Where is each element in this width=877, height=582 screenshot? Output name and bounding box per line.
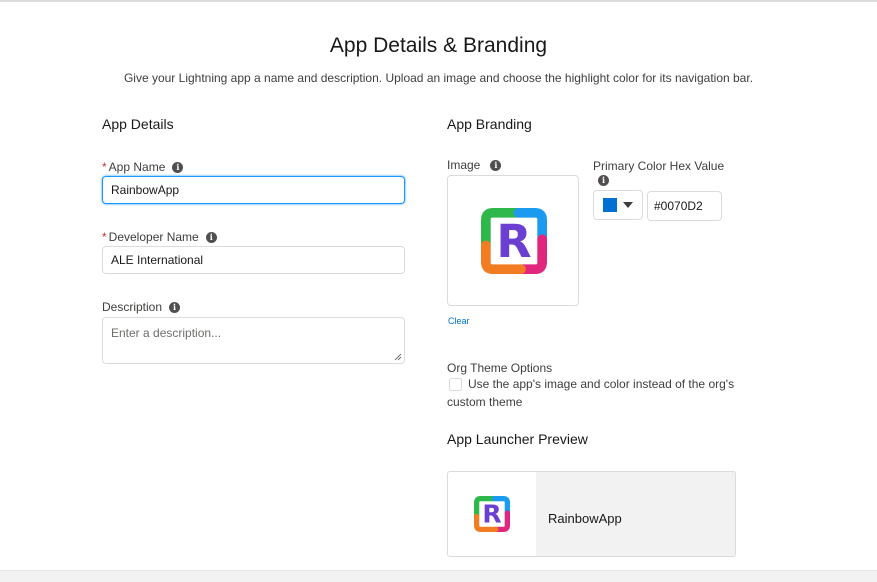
primary-color-label: Primary Color Hex Value	[593, 159, 725, 173]
app-image-upload[interactable]: R	[447, 175, 579, 306]
preview-app-name: RainbowApp	[548, 511, 622, 526]
org-theme-text-line2: custom theme	[447, 395, 523, 409]
org-theme-label: Org Theme Options	[447, 361, 553, 375]
resize-grip-icon[interactable]	[394, 353, 402, 361]
org-theme-text-line1: Use the app's image and color instead of…	[468, 377, 735, 391]
developer-name-label: * Developer Name i	[102, 230, 217, 244]
required-marker: *	[102, 160, 107, 174]
app-name-label: * App Name i	[102, 160, 184, 174]
primary-color-hex-input[interactable]: #0070D2	[647, 191, 722, 221]
info-icon[interactable]: i	[490, 159, 502, 171]
app-name-input[interactable]: RainbowApp	[102, 176, 405, 204]
app-branding-heading: App Branding	[447, 116, 532, 132]
image-label-text: Image	[447, 158, 481, 172]
info-icon[interactable]: i	[205, 231, 217, 243]
top-divider	[0, 0, 877, 2]
logo-letter: R	[496, 215, 531, 268]
page-title: App Details & Branding	[329, 34, 548, 57]
color-swatch-icon	[603, 198, 617, 212]
description-label: Description i	[102, 300, 181, 314]
app-details-heading: App Details	[102, 116, 174, 132]
info-icon[interactable]: i	[172, 161, 184, 173]
developer-name-label-text: Developer Name	[108, 230, 199, 244]
description-textarea[interactable]: Enter a description...	[102, 317, 405, 364]
info-icon[interactable]: i	[598, 175, 609, 186]
color-picker-button[interactable]	[593, 190, 643, 220]
required-marker: *	[102, 230, 107, 244]
description-label-text: Description	[102, 300, 163, 314]
footer-bar	[0, 570, 877, 582]
info-icon[interactable]: i	[169, 301, 181, 313]
app-launcher-preview-card: R RainbowApp	[447, 471, 736, 557]
rainbow-r-logo-icon: R	[481, 208, 547, 274]
app-launcher-preview-heading: App Launcher Preview	[447, 431, 588, 447]
image-label: Image i	[447, 158, 502, 172]
org-theme-checkbox[interactable]	[449, 378, 462, 391]
caret-down-icon	[623, 202, 633, 208]
rainbow-r-logo-icon: R	[474, 496, 510, 532]
clear-image-link[interactable]: Clear	[448, 316, 470, 326]
app-name-label-text: App Name	[108, 160, 166, 174]
developer-name-input[interactable]: ALE International	[102, 246, 405, 274]
page-subtitle: Give your Lightning app a name and descr…	[123, 71, 754, 85]
logo-letter: R	[482, 500, 501, 529]
